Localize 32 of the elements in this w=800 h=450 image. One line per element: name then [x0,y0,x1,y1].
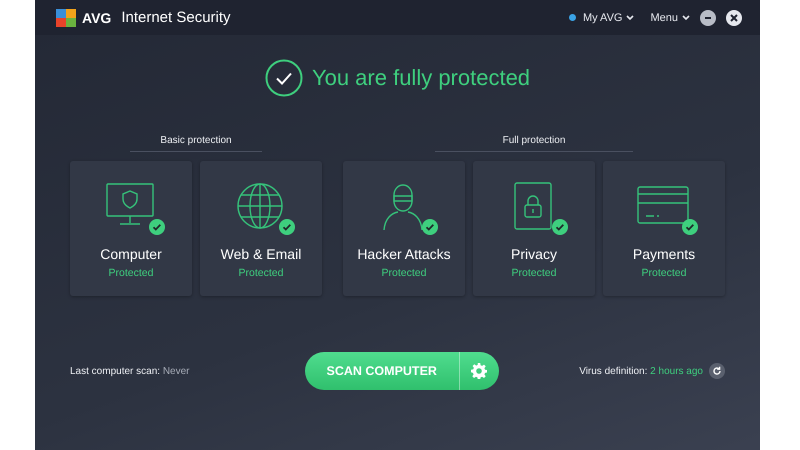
minimize-button[interactable] [700,10,716,26]
logo-icon [55,8,77,28]
protection-card[interactable]: Web & Email Protected [200,161,322,296]
chevron-down-icon[interactable] [626,14,634,20]
protection-card[interactable]: Computer Protected [70,161,192,296]
card-title: Hacker Attacks [357,246,451,262]
card-status: Protected [108,267,154,279]
section-label: Full protection [502,135,566,148]
card-status: Protected [382,267,426,279]
close-icon[interactable] [729,12,739,22]
protection-card[interactable]: Hacker Attacks Protected [343,161,465,296]
brand-name: AVG [82,10,112,26]
card-status: Protected [238,267,284,279]
card-title: Payments [632,246,696,262]
protection-card[interactable]: Privacy Protected [473,161,595,296]
status-headline: You are fully protected [312,65,530,91]
protection-card[interactable]: Payments Protected [603,161,725,296]
virus-definition-info: Virus definition: 2 hours ago [579,366,703,376]
menu-link[interactable]: Menu [650,12,678,24]
last-scan-info: Last computer scan: Never [70,366,190,376]
close-button[interactable] [726,10,742,26]
menu-link[interactable]: My AVG [582,12,622,24]
card-title: Privacy [511,246,557,262]
check-circle-icon [264,59,303,97]
section-label: Basic protection [160,135,232,148]
card-status: Protected [512,267,556,279]
refresh-icon[interactable] [709,363,725,379]
card-title: Computer [100,246,162,262]
chevron-down-icon[interactable] [682,14,690,20]
card-status: Protected [642,267,686,279]
window-title: Internet Security [121,9,231,26]
card-title: Web & Email [220,246,302,262]
